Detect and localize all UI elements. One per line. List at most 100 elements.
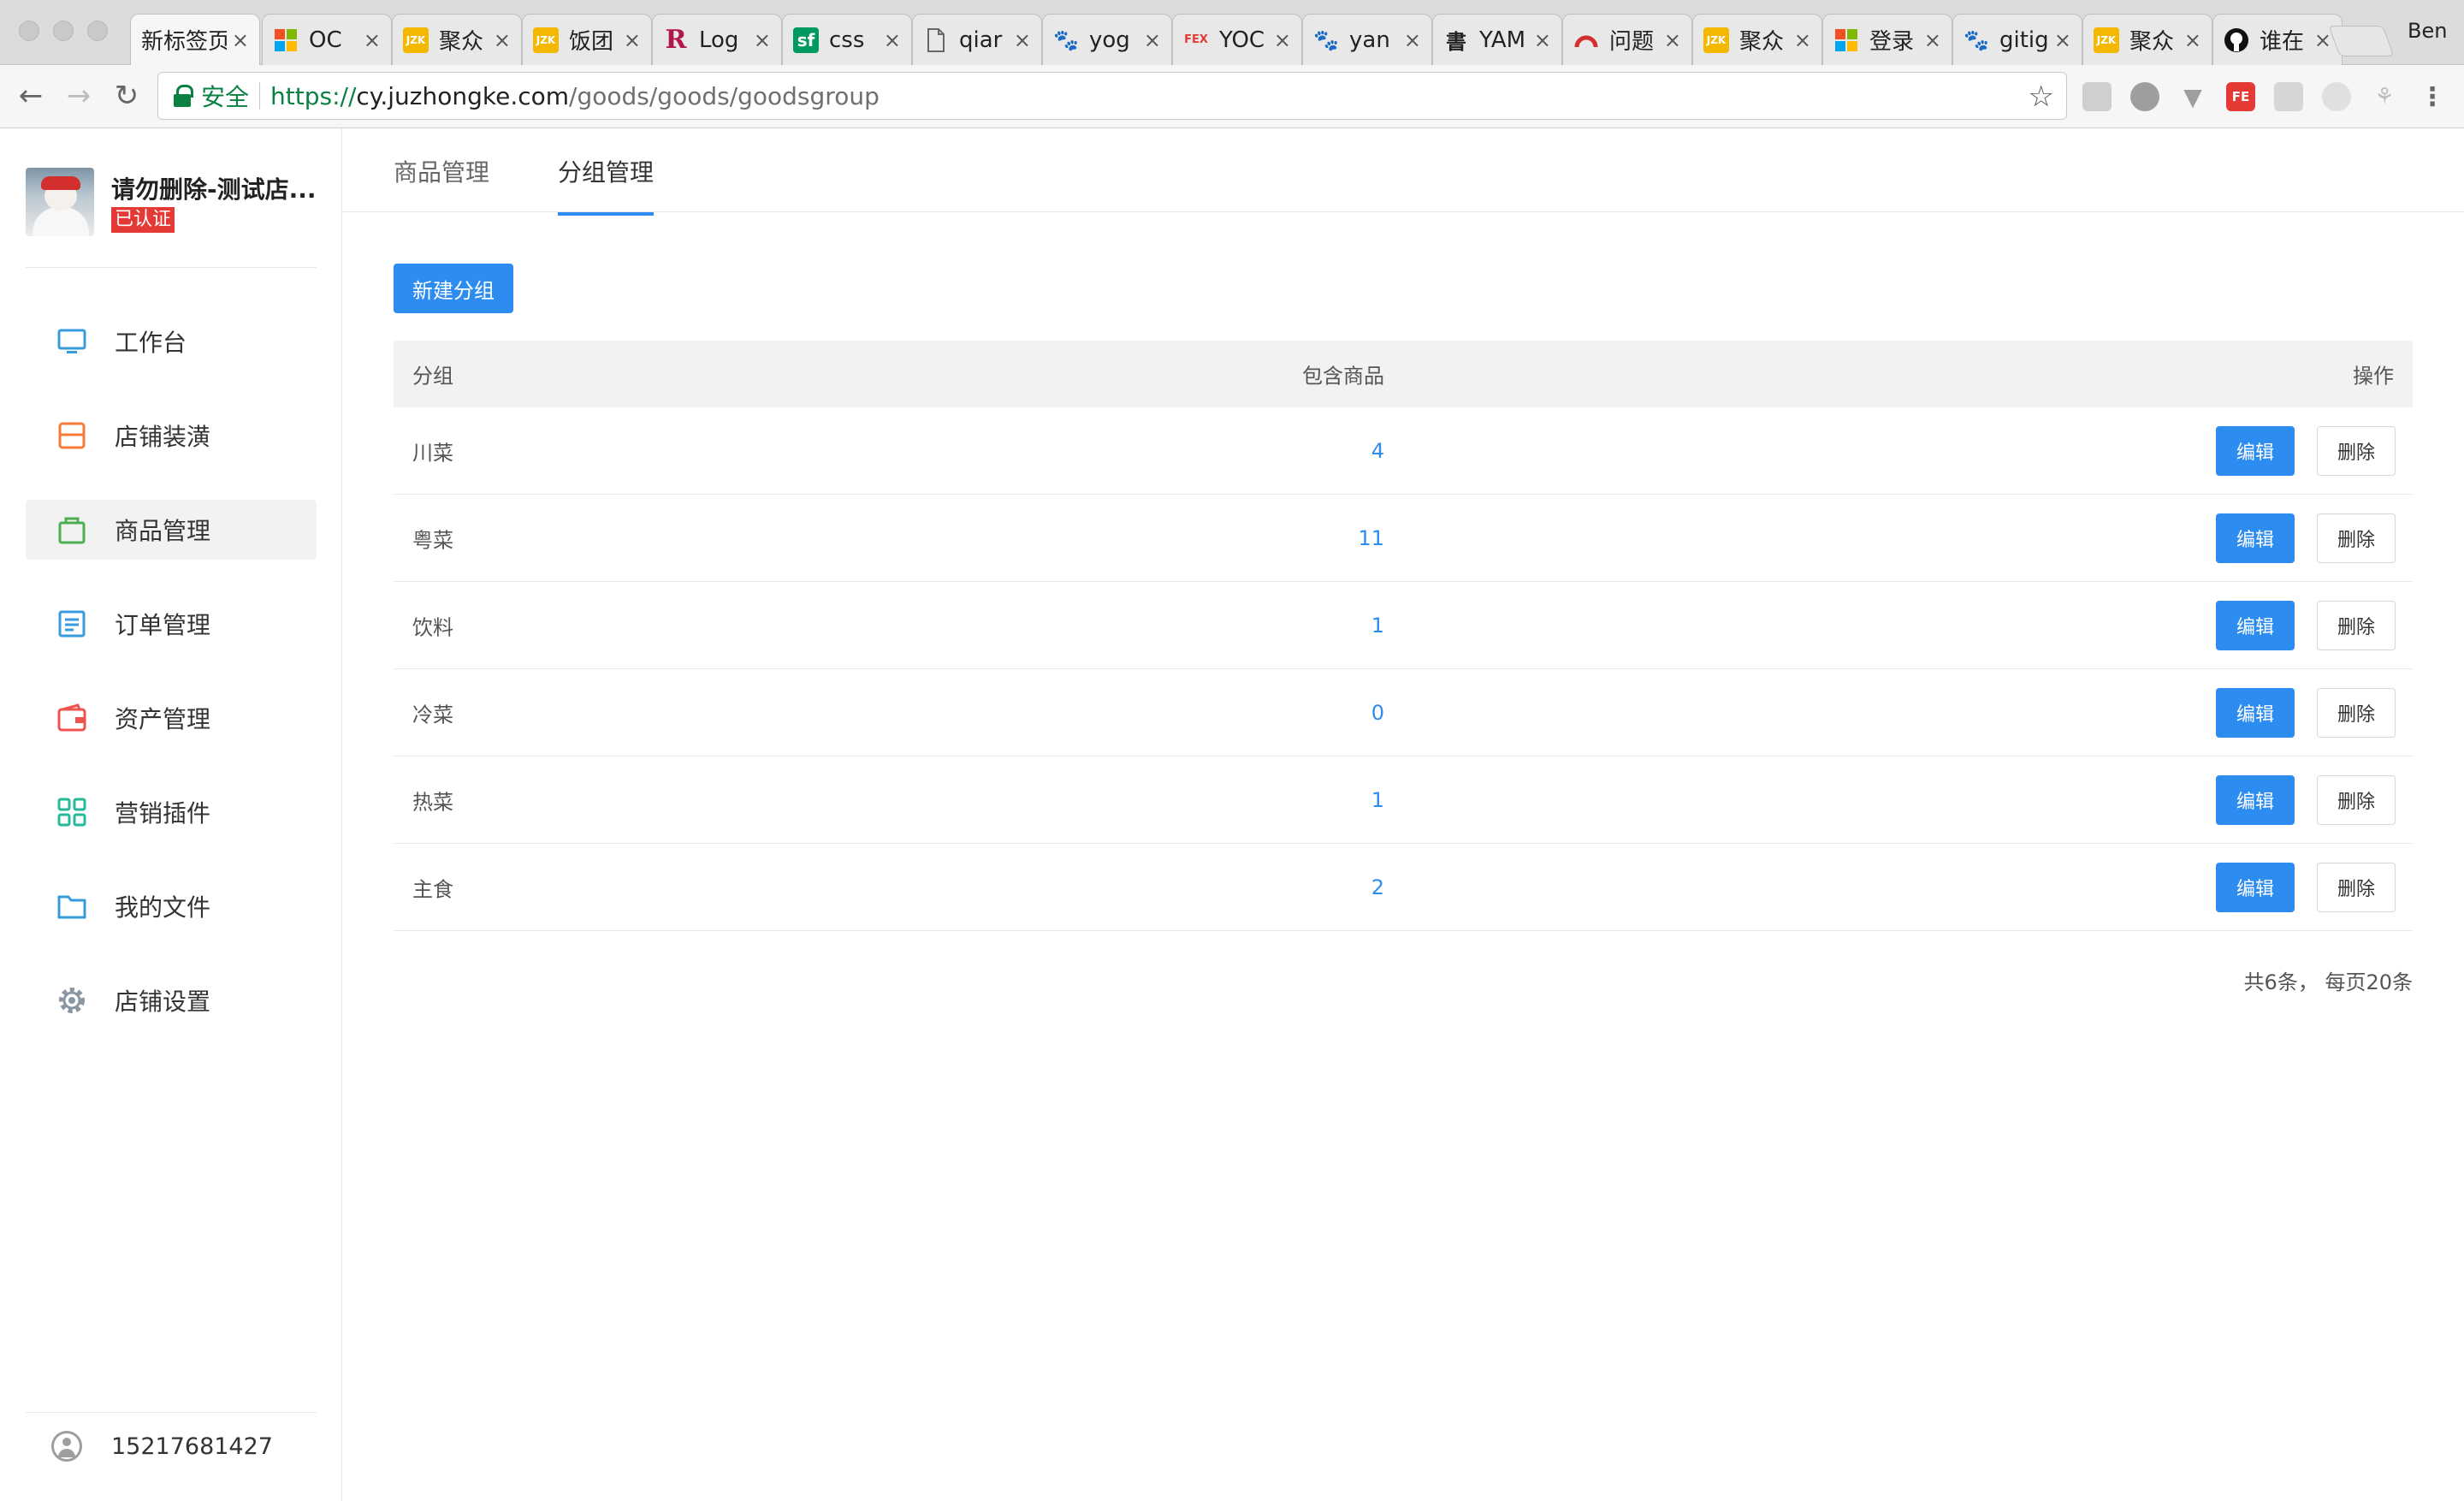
tab-close-icon[interactable]: × <box>1014 28 1031 52</box>
sidebar-item-workbench[interactable]: 工作台 <box>26 311 317 371</box>
address-bar[interactable]: 安全 https://cy.juzhongke.com/goods/goods/… <box>157 72 2067 120</box>
edit-button[interactable]: 编辑 <box>2216 863 2295 912</box>
sidebar-item-store-decoration[interactable]: 店铺装潢 <box>26 406 317 466</box>
url-text[interactable]: https://cy.juzhongke.com/goods/goods/goo… <box>270 82 880 110</box>
edit-button[interactable]: 编辑 <box>2216 513 2295 563</box>
tab-close-icon[interactable]: × <box>624 28 641 52</box>
edit-button[interactable]: 编辑 <box>2216 688 2295 738</box>
minimize-window-button[interactable] <box>53 21 74 41</box>
browser-tab[interactable]: 書 YAM × <box>1432 14 1562 65</box>
browser-tab[interactable]: 问题 × <box>1562 14 1692 65</box>
tab-close-icon[interactable]: × <box>884 28 901 52</box>
tab-close-icon[interactable]: × <box>494 28 511 52</box>
sidebar-item-files[interactable]: 我的文件 <box>26 876 317 936</box>
tab-group-management[interactable]: 分组管理 <box>558 154 654 216</box>
tab-close-icon[interactable]: × <box>1274 28 1291 52</box>
browser-tab[interactable]: 🐾 gitig × <box>1952 14 2082 65</box>
tab-close-icon[interactable]: × <box>2054 28 2071 52</box>
delete-button[interactable]: 删除 <box>2317 601 2396 650</box>
goods-count-link[interactable]: 0 <box>1371 701 1384 725</box>
chrome-extension-icon[interactable] <box>2322 82 2351 111</box>
sidebar-item-label: 工作台 <box>115 329 187 357</box>
tab-close-icon[interactable]: × <box>754 28 771 52</box>
close-window-button[interactable] <box>19 21 39 41</box>
column-header-ops: 操作 <box>2353 364 2394 389</box>
plugin-grid-icon <box>56 797 87 828</box>
bookmark-star-icon[interactable]: ☆ <box>2029 80 2054 114</box>
url-scheme: https:// <box>270 81 357 110</box>
tree-extension-icon[interactable]: ⚘ <box>2370 82 2399 111</box>
tab-close-icon[interactable]: × <box>232 28 249 52</box>
edit-button[interactable]: 编辑 <box>2216 426 2295 476</box>
zoom-window-button[interactable] <box>87 21 108 41</box>
goods-count-link[interactable]: 1 <box>1371 614 1384 638</box>
tab-close-icon[interactable]: × <box>1924 28 1941 52</box>
browser-menu-icon[interactable]: ⋮ <box>2418 82 2447 112</box>
sidebar-item-orders[interactable]: 订单管理 <box>26 594 317 654</box>
goods-count-link[interactable]: 2 <box>1371 875 1384 899</box>
browser-tab[interactable]: JZK 聚众 × <box>2082 14 2212 65</box>
fex-icon: FEX <box>1184 33 1208 46</box>
tab-title: 问题 <box>1609 29 1655 55</box>
tab-close-icon[interactable]: × <box>1534 28 1551 52</box>
delete-button[interactable]: 删除 <box>2317 688 2396 738</box>
browser-tab[interactable]: 🐾 yan × <box>1302 14 1432 65</box>
delete-button[interactable]: 删除 <box>2317 426 2396 476</box>
browser-tab[interactable]: FEX YOC × <box>1172 14 1302 65</box>
delete-button[interactable]: 删除 <box>2317 863 2396 912</box>
reload-icon[interactable]: ↻ <box>108 77 145 115</box>
tab-title: yan <box>1349 27 1390 53</box>
browser-tab[interactable]: 新标签页 × <box>130 14 260 65</box>
tab-close-icon[interactable]: × <box>1664 28 1681 52</box>
evernote-extension-icon[interactable] <box>2130 82 2159 111</box>
tab-goods-management[interactable]: 商品管理 <box>394 154 489 212</box>
delete-button[interactable]: 删除 <box>2317 775 2396 825</box>
juzhong-icon: JZK <box>1703 27 1729 53</box>
tab-close-icon[interactable]: × <box>1794 28 1811 52</box>
calligraphy-icon: 書 <box>1446 30 1466 54</box>
vue-devtools-icon[interactable]: ▼ <box>2178 82 2207 111</box>
verified-badge: 已认证 <box>111 207 175 233</box>
goods-count-link[interactable]: 11 <box>1358 526 1384 550</box>
sidebar-item-goods[interactable]: 商品管理 <box>26 500 317 560</box>
browser-tab[interactable]: 🐾 yog × <box>1042 14 1172 65</box>
browser-tab-strip: 新标签页 × OC × JZK 聚众 × JZK 饭团 × R Log × sf… <box>0 0 2464 65</box>
browser-tab[interactable]: JZK 聚众 × <box>392 14 522 65</box>
sidebar-item-settings[interactable]: 店铺设置 <box>26 970 317 1030</box>
edit-button[interactable]: 编辑 <box>2216 601 2295 650</box>
tab-close-icon[interactable]: × <box>1404 28 1421 52</box>
browser-tab[interactable]: R Log × <box>652 14 782 65</box>
browser-tab[interactable]: qiar × <box>912 14 1042 65</box>
new-group-button[interactable]: 新建分组 <box>394 264 513 313</box>
browser-tab[interactable]: 谁在 × <box>2212 14 2343 65</box>
user-account[interactable]: 15217681427 <box>26 1431 273 1462</box>
browser-tab[interactable]: sf css × <box>782 14 912 65</box>
back-arrow-icon[interactable]: ← <box>12 77 50 115</box>
browser-tab[interactable]: JZK 聚众 × <box>1692 14 1822 65</box>
browser-tab[interactable]: JZK 饭团 × <box>522 14 652 65</box>
page-tabs: 商品管理 分组管理 <box>342 128 2464 216</box>
tab-close-icon[interactable]: × <box>364 28 381 52</box>
tab-close-icon[interactable]: × <box>2184 28 2201 52</box>
forward-arrow-icon[interactable]: → <box>60 77 98 115</box>
tab-close-icon[interactable]: × <box>1144 28 1161 52</box>
reader-extension-icon[interactable] <box>2082 82 2112 111</box>
goods-count-link[interactable]: 1 <box>1371 788 1384 812</box>
browser-tab[interactable]: OC × <box>262 14 392 65</box>
sidebar-item-assets[interactable]: 资产管理 <box>26 688 317 748</box>
new-tab-button[interactable] <box>2328 26 2395 56</box>
tab-title: 饭团 <box>569 29 614 55</box>
table-row: 川菜 4 编辑 删除 <box>394 407 2413 495</box>
delete-button[interactable]: 删除 <box>2317 513 2396 563</box>
store-icon <box>56 420 87 451</box>
qr-extension-icon[interactable] <box>2274 82 2303 111</box>
tab-close-icon[interactable]: × <box>2314 28 2331 52</box>
fe-extension-icon[interactable]: FE <box>2226 82 2255 111</box>
shop-name: 请勿删除-测试店... <box>111 175 317 204</box>
edit-button[interactable]: 编辑 <box>2216 775 2295 825</box>
goods-count-link[interactable]: 4 <box>1371 439 1384 463</box>
profile-name[interactable]: Ben <box>2408 19 2447 43</box>
url-divider <box>259 82 261 110</box>
browser-tab[interactable]: 登录 × <box>1822 14 1952 65</box>
sidebar-item-marketing[interactable]: 营销插件 <box>26 782 317 842</box>
